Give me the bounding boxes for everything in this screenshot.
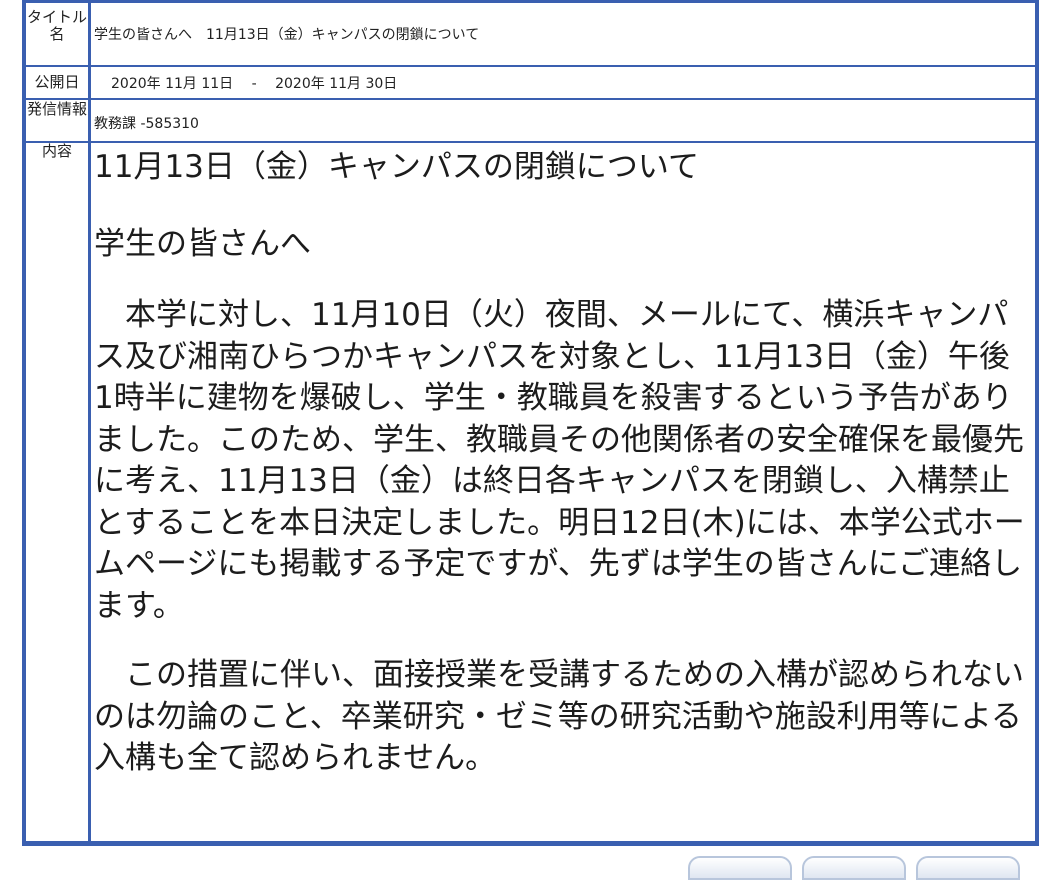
nav-button-group [688, 856, 1020, 880]
sender-value: 教務課 -585310 [94, 115, 199, 132]
content-heading: 11月13日（金）キャンパスの閉鎖について [94, 149, 699, 185]
title-value: 学生の皆さんへ 11月13日（金）キャンパスの閉鎖について [94, 27, 480, 43]
content-row: 内容 11月13日（金）キャンパスの閉鎖について 学生の皆さんへ 本学に対し、1… [26, 141, 1035, 841]
date-value: 2020年 11月 11日 - 2020年 11月 30日 [111, 75, 398, 92]
nav-button-2[interactable] [802, 856, 906, 880]
content-body: 11月13日（金）キャンパスの閉鎖について 学生の皆さんへ 本学に対し、11月1… [91, 143, 1035, 841]
nav-button-1[interactable] [688, 856, 792, 880]
content-greeting: 学生の皆さんへ [94, 226, 311, 262]
content-paragraph-2: この措置に伴い、面接授業を受講するための入構が認められないのは勿論のこと、卒業研… [94, 657, 1024, 776]
sender-label: 発信情報 [26, 100, 91, 141]
date-label: 公開日 [26, 67, 91, 98]
content-paragraph-1: 本学に対し、11月10日（火）夜間、メールにて、横浜キャンパス及び湘南ひらつかキ… [94, 297, 1025, 624]
notice-table: タイトル名 学生の皆さんへ 11月13日（金）キャンパスの閉鎖について 公開日 … [22, 0, 1039, 846]
sender-row: 発信情報 教務課 -585310 [26, 98, 1035, 141]
content-label: 内容 [26, 143, 91, 841]
title-row: タイトル名 学生の皆さんへ 11月13日（金）キャンパスの閉鎖について [26, 3, 1035, 65]
date-row: 公開日 2020年 11月 11日 - 2020年 11月 30日 [26, 65, 1035, 98]
nav-button-3[interactable] [916, 856, 1020, 880]
title-label: タイトル名 [26, 3, 91, 65]
